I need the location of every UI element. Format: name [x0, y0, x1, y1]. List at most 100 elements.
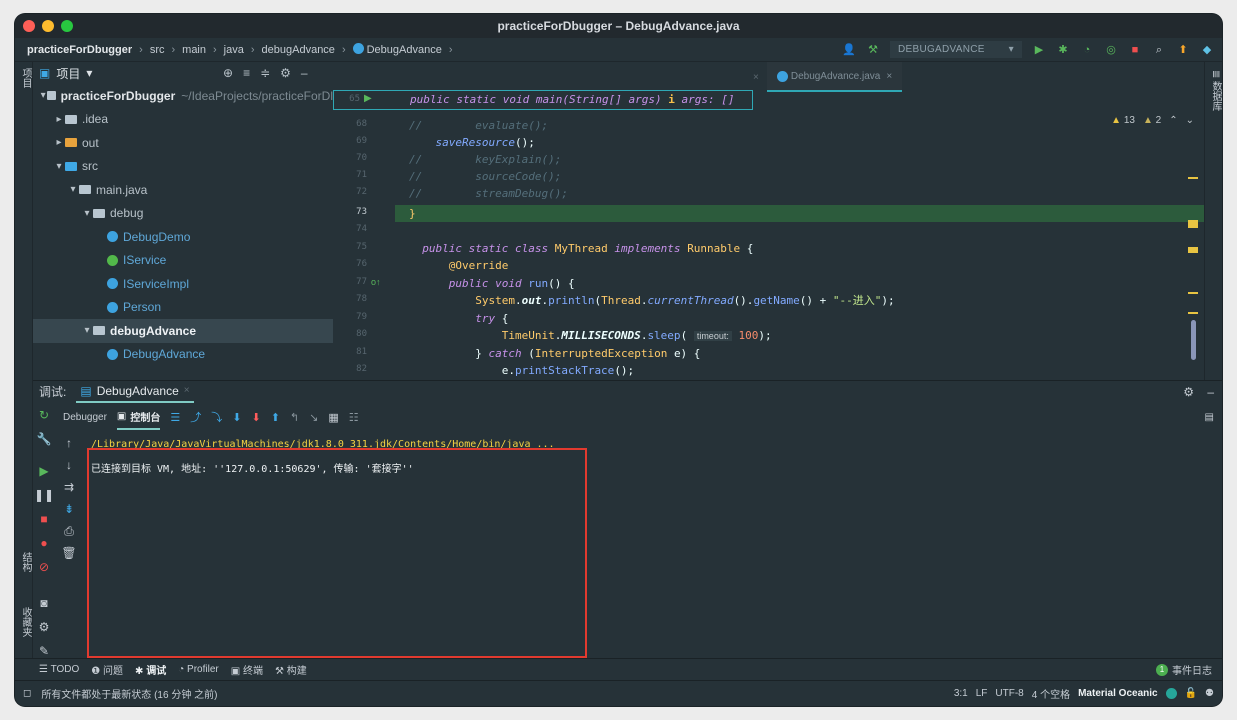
favorites-tool-button[interactable]: 收藏夹	[18, 607, 33, 637]
breadcrumb-package[interactable]: debugAdvance	[262, 44, 335, 56]
drop-frame-icon[interactable]: ↰	[290, 411, 299, 424]
structure-tool-button[interactable]: 结构	[18, 552, 33, 572]
notification-icon[interactable]: ⚉	[1205, 688, 1214, 699]
code-editor[interactable]: 68 69 70 71 72 73 74 75 76 77 78 79 80 8…	[333, 62, 1204, 388]
caret-position[interactable]: 3:1	[954, 688, 968, 699]
tree-item-practicefordbugger[interactable]: ▾ practiceForDbugger ~/IdeaProjects/practi…	[33, 84, 333, 108]
hide-icon[interactable]: –	[301, 66, 308, 80]
tree-item-src[interactable]: ▾ src	[33, 155, 333, 179]
modify-config-icon[interactable]: 🔧	[37, 432, 52, 446]
project-tool-button[interactable]: 项目	[18, 68, 33, 88]
error-stripe-mark[interactable]	[1188, 220, 1198, 228]
coverage-icon[interactable]: ◔	[1080, 43, 1094, 57]
soft-wrap-icon[interactable]: ⇉	[64, 480, 74, 494]
step-over-icon[interactable]: ⤵	[211, 409, 222, 425]
chevron-up-icon[interactable]: ⌃	[1169, 115, 1177, 126]
scroll-to-end-icon[interactable]: ⇟	[64, 502, 74, 516]
error-stripe-mark[interactable]	[1188, 177, 1198, 179]
error-stripe-mark[interactable]	[1188, 247, 1198, 253]
chevron-down-icon[interactable]: ▾	[81, 208, 93, 219]
inspection-widget[interactable]: ▲ 13 ▲ 2 ⌃ ⌄	[1111, 115, 1194, 126]
chevron-down-icon[interactable]: ▾	[81, 325, 93, 336]
gear-icon[interactable]: ⚙	[39, 620, 50, 634]
zoom-window-button[interactable]	[61, 20, 73, 32]
toggle-tool-windows-icon[interactable]: ◻	[23, 688, 31, 699]
scroll-down-icon[interactable]: ↓	[66, 458, 72, 472]
profiler-tool-button[interactable]: ◔ Profiler	[178, 664, 219, 675]
chevron-down-icon[interactable]: ▾	[86, 66, 92, 80]
tree-item-out[interactable]: ▸ out	[33, 131, 333, 155]
build-tool-button[interactable]: ⚒ 构建	[275, 662, 307, 677]
terminal-tool-button[interactable]: ▣ 终端	[231, 662, 263, 677]
print-icon[interactable]: ⎙	[64, 524, 74, 538]
show-execution-point-icon[interactable]: ⤴	[190, 409, 201, 425]
run-configuration-select[interactable]: DEBUGADVANCE ▾	[890, 41, 1022, 58]
stop-icon[interactable]: ■	[1128, 43, 1142, 57]
pin-icon[interactable]: ✎	[39, 644, 49, 658]
camera-icon[interactable]: ◙	[40, 596, 47, 610]
error-stripe-mark[interactable]	[1188, 292, 1198, 294]
resume-icon[interactable]: ▶	[39, 464, 48, 478]
breadcrumb-src[interactable]: src	[150, 44, 165, 56]
step-into-icon[interactable]: ⬇	[232, 411, 241, 424]
run-to-cursor-icon[interactable]: ↘	[309, 411, 318, 424]
breadcrumb-project[interactable]: practiceForDbugger	[27, 44, 132, 56]
locate-icon[interactable]: ⊕	[223, 66, 233, 80]
collapse-all-icon[interactable]: ≑	[260, 66, 270, 80]
layout-settings-icon[interactable]: ▤	[1205, 412, 1214, 423]
close-window-button[interactable]	[23, 20, 35, 32]
plugin-icon[interactable]: ◆	[1200, 43, 1214, 57]
debug-tool-button[interactable]: ✱ 调试	[135, 662, 166, 677]
problems-tool-button[interactable]: ❶ 问题	[91, 662, 123, 677]
menu-icon[interactable]: ☰	[170, 411, 180, 424]
run-icon[interactable]: ▶	[1032, 43, 1046, 57]
tree-item-debugdemo[interactable]: DebugDemo	[33, 225, 333, 249]
chevron-down-icon[interactable]: ▾	[67, 184, 79, 195]
tree-item--idea[interactable]: ▸ .idea	[33, 108, 333, 132]
line-separator[interactable]: LF	[976, 688, 988, 699]
tab-debugadvance-java[interactable]: DebugAdvance.java ×	[766, 62, 903, 92]
project-panel-title[interactable]: 项目	[56, 65, 80, 82]
tab-console[interactable]: ▣ 控制台	[116, 404, 161, 430]
evaluate-icon[interactable]: ▦	[328, 411, 338, 424]
tab-debugger[interactable]: Debugger	[63, 412, 107, 423]
chevron-down-icon[interactable]: ⌄	[1186, 115, 1194, 126]
event-log-button[interactable]: 1 事件日志	[1156, 662, 1212, 677]
breadcrumb-main[interactable]: main	[182, 44, 206, 56]
tree-item-iservice[interactable]: IService	[33, 249, 333, 273]
build-hammer-icon[interactable]: ⚒	[866, 43, 880, 57]
tree-item-main-java[interactable]: ▾ main.java	[33, 178, 333, 202]
clear-all-icon[interactable]: 🗑	[61, 546, 76, 560]
tab-debugadvance-session[interactable]: ▤ DebugAdvance ×	[76, 381, 194, 403]
force-step-into-icon[interactable]: ⬇	[251, 411, 260, 424]
error-stripe-mark[interactable]	[1188, 312, 1198, 314]
breadcrumb-class[interactable]: DebugAdvance	[352, 43, 442, 56]
gear-icon[interactable]: ⚙	[1183, 385, 1194, 399]
tree-item-person[interactable]: Person	[33, 296, 333, 320]
trace-icon[interactable]: ☷	[349, 411, 359, 424]
database-tool-button[interactable]: ≣ 数据库	[1208, 70, 1222, 111]
stop-icon[interactable]: ■	[40, 512, 47, 526]
tree-item-iserviceimpl[interactable]: IServiceImpl	[33, 272, 333, 296]
mute-breakpoints-icon[interactable]: ⊘	[39, 560, 49, 574]
todo-tool-button[interactable]: ☰ TODO	[39, 664, 79, 675]
rerun-icon[interactable]: ↻	[39, 408, 49, 422]
tree-item-debug[interactable]: ▾ debug	[33, 202, 333, 226]
chevron-down-icon[interactable]: ▾	[39, 90, 47, 101]
view-breakpoints-icon[interactable]: ●	[40, 536, 47, 550]
update-icon[interactable]: ⬆	[1176, 43, 1190, 57]
file-encoding[interactable]: UTF-8	[995, 688, 1023, 699]
profile-icon[interactable]: ◎	[1104, 43, 1118, 57]
step-out-icon[interactable]: ⬆	[271, 411, 280, 424]
breadcrumb-java[interactable]: java	[224, 44, 244, 56]
run-gutter-icon[interactable]: ▶	[364, 93, 372, 104]
hide-panel-icon[interactable]: –	[1207, 385, 1214, 399]
lock-icon[interactable]: 🔓	[1185, 688, 1197, 699]
tree-item-debugadvance[interactable]: ▾ debugAdvance	[33, 319, 333, 343]
chevron-down-icon[interactable]: ▾	[53, 161, 65, 172]
close-popup-icon[interactable]: ×	[753, 72, 759, 83]
chevron-right-icon[interactable]: ▸	[53, 137, 65, 148]
close-tab-icon[interactable]: ×	[184, 385, 190, 396]
close-tab-icon[interactable]: ×	[886, 71, 892, 82]
user-icon[interactable]: 👤	[842, 43, 856, 57]
